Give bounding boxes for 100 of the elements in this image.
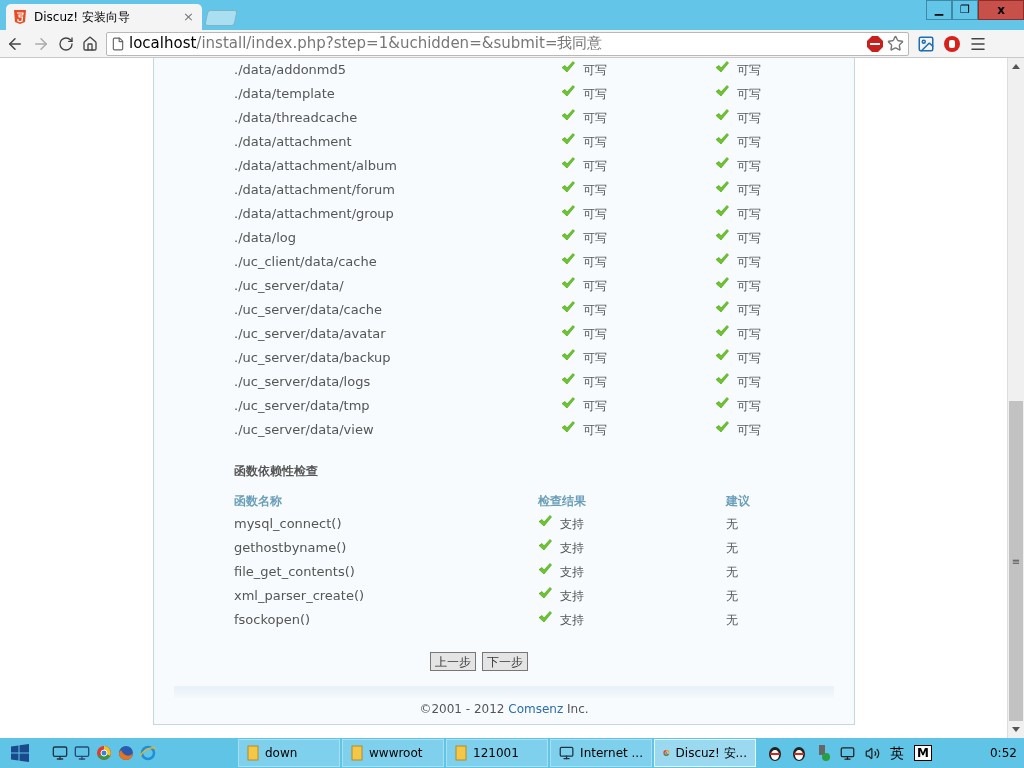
checkmark-icon [561,373,575,385]
status-text: 可写 [583,254,607,271]
function-name: fsockopen() [234,611,312,630]
status-text: 可写 [737,62,761,79]
status-text: 可写 [737,374,761,391]
directory-path: ./uc_client/data/cache [234,253,378,272]
company-link[interactable]: Comsenz [508,702,564,716]
fox-globe-icon[interactable] [118,745,134,761]
grip-text: ≡ [1011,554,1021,569]
advice-text: 无 [726,588,738,605]
status-text: 可写 [583,302,607,319]
directory-path: ./data/attachment/forum [234,181,396,200]
ime-language[interactable]: 英 [890,742,904,764]
monitor-icon [559,745,575,761]
stop-sign-icon[interactable] [867,35,883,52]
checkmark-icon [561,61,575,73]
taskbar-window[interactable]: down [238,739,340,767]
scrollbar[interactable]: ≡ [1007,58,1024,738]
status-text: 可写 [583,86,607,103]
browser-icon [96,745,112,761]
home-icon[interactable] [82,35,98,52]
checkmark-icon [715,85,729,97]
page-icon [111,36,125,51]
taskbar-window[interactable]: Internet ... [550,739,652,767]
status-text: 可写 [737,182,761,199]
checkmark-icon [561,229,575,241]
copyright-text: ©2001 - 2012 Comsenz Inc. [419,701,589,718]
checkmark-icon [715,373,729,385]
browser-tab[interactable]: Discuz! 安装向导 × [6,4,202,30]
checkmark-icon [561,349,575,361]
directory-path: ./data/attachment/album [234,157,398,176]
advice-text: 无 [726,564,738,581]
checkmark-icon [538,515,552,527]
penguin-icon[interactable] [792,745,806,761]
taskbar-window[interactable]: wwwroot [342,739,444,767]
minimize-button[interactable]: ▁ [926,0,952,20]
checkmark-icon [715,421,729,433]
status-text: 可写 [583,206,607,223]
checkmark-icon [715,253,729,265]
star-icon[interactable] [887,35,904,52]
status-text: 可写 [583,350,607,367]
penguin-icon[interactable] [768,745,782,761]
checkmark-icon [715,133,729,145]
checkmark-icon [715,181,729,193]
status-text: 可写 [737,254,761,271]
restore-button[interactable]: ❐ [952,0,978,20]
reload-icon[interactable] [58,35,74,52]
checkmark-icon [538,539,552,551]
directory-path: ./data/template [234,85,336,104]
advice-text: 无 [726,540,738,557]
status-text: 可写 [737,302,761,319]
speaker-icon[interactable] [865,745,880,761]
scroll-thumb[interactable]: ≡ [1009,401,1023,721]
checkmark-icon [561,253,575,265]
status-text: 可写 [583,158,607,175]
ime-mode[interactable]: M [914,745,932,761]
address-bar[interactable]: localhost/install/index.php?step=1&uchidden=&submit=我同意 [106,31,909,56]
checkmark-icon [715,205,729,217]
computer-icon[interactable] [74,745,90,761]
status-text: 支持 [560,540,584,557]
status-text: 可写 [737,134,761,151]
checkmark-icon [561,109,575,121]
directory-path: ./uc_server/data/logs [234,373,372,392]
checkmark-icon [561,205,575,217]
checkmark-icon [538,587,552,599]
status-text: 可写 [737,350,761,367]
checkmark-icon [561,325,575,337]
network-icon[interactable] [840,745,855,761]
status-text: 支持 [560,564,584,581]
taskbar-window[interactable]: Discuz! 安... [654,739,756,767]
close-button[interactable]: x [978,0,1024,20]
usb-icon[interactable] [816,745,830,761]
tab-close[interactable]: × [183,7,194,27]
folder-icon [455,745,467,761]
advice-text: 无 [726,516,738,533]
window-label: wwwroot [369,745,423,762]
desktop-icon[interactable] [52,745,68,761]
status-text: 可写 [583,182,607,199]
directory-path: ./data/log [234,229,297,248]
checkmark-icon [561,85,575,97]
windows-logo-icon[interactable] [11,744,29,762]
checkmark-icon [538,611,552,623]
checkmark-icon [715,349,729,361]
checkmark-icon [715,157,729,169]
status-text: 可写 [583,374,607,391]
status-text: 可写 [583,110,607,127]
checkmark-icon [715,325,729,337]
step-button[interactable]: 上一步 [430,652,476,671]
clock-text[interactable]: 0:52 [989,744,1017,762]
directory-path: ./data/addonmd5 [234,61,348,80]
status-text: 可写 [737,206,761,223]
taskbar-window[interactable]: 121001 [446,739,548,767]
status-text: 可写 [583,230,607,247]
checkmark-icon [561,157,575,169]
checkmark-icon [561,133,575,145]
step-button[interactable]: 下一步 [482,652,528,671]
checkmark-icon [561,301,575,313]
status-text: 可写 [737,86,761,103]
status-text: 可写 [583,422,607,439]
picture-icon[interactable] [917,34,935,53]
